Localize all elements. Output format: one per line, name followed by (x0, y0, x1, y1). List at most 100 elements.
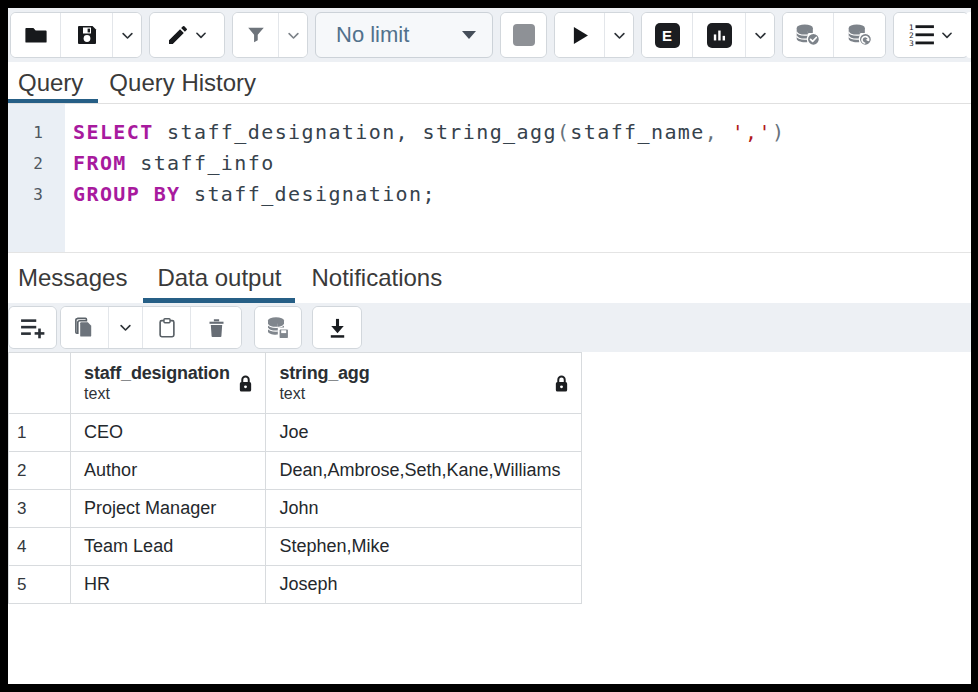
column-type: text (84, 385, 230, 403)
line-number: 1 (8, 117, 65, 148)
row-number-cell[interactable]: 4 (9, 528, 71, 566)
commit-button[interactable] (783, 13, 834, 57)
data-cell[interactable]: Team Lead (71, 528, 266, 566)
table-row: 1CEOJoe (9, 414, 582, 452)
results-area: staff_designation text string_agg text (8, 352, 971, 684)
code-line[interactable]: GROUP BY staff_designation; (73, 179, 785, 210)
column-name: string_agg (279, 363, 369, 384)
explain-options-dropdown[interactable] (746, 13, 774, 57)
chevron-down-icon (118, 320, 133, 335)
open-file-button[interactable] (11, 13, 61, 57)
file-button-group (10, 12, 142, 58)
data-cell[interactable]: Dean,Ambrose,Seth,Kane,Williams (266, 452, 582, 490)
tab-query-history[interactable]: Query History (98, 62, 271, 103)
row-limit-select[interactable]: No limit (315, 12, 493, 58)
filter-button[interactable] (233, 13, 279, 57)
explain-analyze-button[interactable] (693, 13, 746, 57)
tab-notifications[interactable]: Notifications (295, 253, 458, 303)
row-number-cell[interactable]: 5 (9, 566, 71, 604)
editor-gutter: 123 (8, 104, 65, 252)
table-row: 3Project ManagerJohn (9, 490, 582, 528)
transaction-button-group (782, 12, 886, 58)
save-data-group (254, 306, 302, 349)
explain-button-group: E (641, 12, 775, 58)
sql-editor[interactable]: 123 SELECT staff_designation, string_agg… (8, 104, 971, 253)
row-number-header[interactable] (9, 353, 71, 414)
output-tab-bar: Messages Data output Notifications (8, 253, 971, 303)
tab-data-output[interactable]: Data output (143, 253, 295, 303)
editor-code[interactable]: SELECT staff_designation, string_agg(sta… (65, 104, 785, 252)
stop-button-group (500, 12, 547, 58)
add-row-button[interactable] (9, 307, 56, 348)
code-token: , (705, 120, 718, 144)
tab-query-history-label: Query History (109, 69, 256, 97)
query-tab-bar: Query Query History (8, 62, 971, 104)
edit-button[interactable] (150, 13, 224, 57)
delete-row-button[interactable] (191, 307, 241, 348)
code-token: SELECT (73, 120, 154, 144)
commit-icon (794, 22, 822, 48)
row-number-cell[interactable]: 2 (9, 452, 71, 490)
code-line[interactable]: SELECT staff_designation, string_agg(sta… (73, 117, 785, 148)
download-results-button[interactable] (313, 307, 361, 348)
edit-data-group (60, 306, 242, 349)
data-cell[interactable]: Joseph (266, 566, 582, 604)
execute-options-dropdown[interactable] (605, 13, 633, 57)
code-token (718, 120, 731, 144)
column-type: text (279, 385, 369, 403)
column-header-staff-designation[interactable]: staff_designation text (71, 353, 266, 414)
add-row-group (8, 306, 57, 349)
code-token: staff_info (127, 151, 275, 175)
stop-button[interactable] (501, 13, 546, 57)
macro-button-group: 1 2 3 (893, 12, 969, 58)
rollback-button[interactable] (834, 13, 885, 57)
execute-button[interactable] (555, 13, 605, 57)
data-cell[interactable]: Joe (266, 414, 582, 452)
save-icon (75, 23, 99, 47)
folder-icon (23, 22, 49, 48)
filter-button-group (232, 12, 308, 58)
data-cell[interactable]: Author (71, 452, 266, 490)
table-row: 4Team LeadStephen,Mike (9, 528, 582, 566)
tab-messages[interactable]: Messages (8, 253, 143, 303)
main-toolbar: No limit E (8, 8, 971, 62)
table-row: 5HRJoseph (9, 566, 582, 604)
tab-query[interactable]: Query (8, 62, 98, 103)
code-line[interactable]: FROM staff_info (73, 148, 785, 179)
save-data-changes-button[interactable] (255, 307, 301, 348)
data-cell[interactable]: Stephen,Mike (266, 528, 582, 566)
caret-down-icon (462, 31, 476, 39)
macros-button[interactable]: 1 2 3 (894, 13, 968, 57)
data-cell[interactable]: Project Manager (71, 490, 266, 528)
column-header-string-agg[interactable]: string_agg text (266, 353, 582, 414)
data-cell[interactable]: John (266, 490, 582, 528)
code-token: ( (557, 120, 570, 144)
tab-query-label: Query (18, 69, 83, 97)
stop-icon (513, 24, 535, 46)
copy-options-dropdown[interactable] (109, 307, 143, 348)
line-number: 2 (8, 148, 65, 179)
copy-icon (73, 316, 96, 339)
save-button[interactable] (61, 13, 113, 57)
row-number-cell[interactable]: 1 (9, 414, 71, 452)
save-options-dropdown[interactable] (113, 13, 141, 57)
code-token: ',' (732, 120, 772, 144)
explain-button[interactable]: E (642, 13, 693, 57)
copy-button[interactable] (61, 307, 109, 348)
pencil-icon (166, 23, 190, 47)
filter-options-dropdown[interactable] (279, 13, 307, 57)
rollback-icon (846, 22, 874, 48)
chevron-down-icon (940, 28, 954, 42)
explain-analyze-icon (707, 23, 732, 48)
chevron-down-icon (612, 28, 627, 43)
data-cell[interactable]: CEO (71, 414, 266, 452)
execute-button-group (554, 12, 634, 58)
data-cell[interactable]: HR (71, 566, 266, 604)
column-name: staff_designation (84, 363, 230, 384)
numbered-list-icon: 1 2 3 (909, 23, 935, 47)
paste-button[interactable] (143, 307, 191, 348)
chevron-down-icon (286, 28, 301, 43)
row-number-cell[interactable]: 3 (9, 490, 71, 528)
trash-icon (206, 317, 227, 339)
code-token: FROM (73, 151, 127, 175)
